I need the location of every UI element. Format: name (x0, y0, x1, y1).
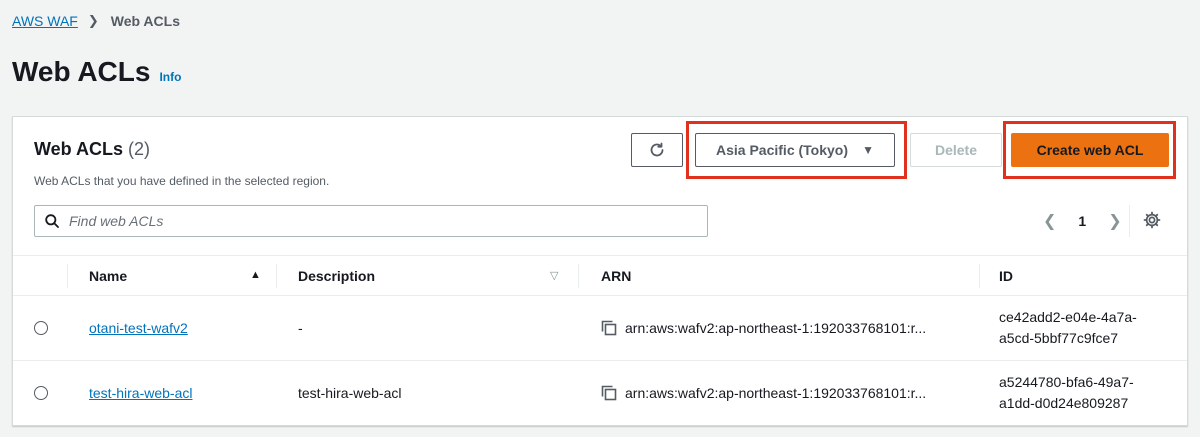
chevron-right-icon[interactable]: ❯ (1108, 211, 1121, 231)
web-acl-arn-text: arn:aws:wafv2:ap-northeast-1:19203376810… (625, 385, 927, 401)
refresh-icon (650, 142, 664, 157)
row-select-radio[interactable] (34, 321, 48, 335)
panel-count: (2) (128, 139, 151, 159)
pagination-divider (1129, 205, 1130, 237)
search-icon (45, 214, 59, 228)
web-acl-arn: arn:aws:wafv2:ap-northeast-1:19203376810… (601, 296, 926, 360)
create-button-highlight-annotation (1003, 121, 1176, 179)
column-divider (979, 264, 980, 288)
table-header: Name ▲ Description ▽ ARN ID (13, 255, 1187, 296)
web-acl-id: ce42add2-e04e-4a7a-a5cd-5bbf77c9fce7 (999, 309, 1137, 346)
copy-icon[interactable] (601, 385, 617, 401)
chevron-left-icon[interactable]: ❮ (1043, 211, 1056, 231)
gear-icon[interactable] (1143, 211, 1161, 234)
sort-ascending-icon[interactable]: ▲ (250, 269, 261, 281)
column-header-id[interactable]: ID (999, 256, 1013, 296)
chevron-right-icon: ❯ (87, 13, 99, 28)
panel-title-text: Web ACLs (34, 139, 124, 159)
column-divider (276, 264, 277, 288)
refresh-button[interactable] (631, 133, 683, 167)
table-row: otani-test-wafv2 - arn:aws:wafv2:ap-nort… (13, 296, 1187, 361)
column-divider (578, 264, 579, 288)
web-acl-arn-text: arn:aws:wafv2:ap-northeast-1:19203376810… (625, 320, 927, 336)
column-divider (67, 264, 68, 288)
web-acl-id: a5244780-bfa6-49a7-a1dd-d0d24e809287 (999, 374, 1134, 411)
page-title: Web ACLs (12, 56, 151, 87)
info-link[interactable]: Info (159, 70, 181, 84)
web-acl-name-link[interactable]: test-hira-web-acl (89, 361, 192, 425)
web-acls-table: Name ▲ Description ▽ ARN ID otani-test-w… (13, 255, 1187, 426)
page-title-container: Web ACLs Info (12, 56, 181, 88)
breadcrumb-current: Web ACLs (110, 13, 180, 29)
web-acl-description: test-hira-web-acl (298, 385, 402, 401)
column-header-description[interactable]: Description (298, 256, 375, 296)
row-select-radio[interactable] (34, 386, 48, 400)
search-input[interactable] (69, 213, 669, 229)
web-acl-description: - (298, 320, 303, 336)
copy-icon[interactable] (601, 320, 617, 336)
breadcrumb: AWS WAF ❯ Web ACLs (12, 13, 180, 29)
web-acl-name-link[interactable]: otani-test-wafv2 (89, 296, 188, 360)
table-row: test-hira-web-acl test-hira-web-acl arn:… (13, 361, 1187, 426)
page-number[interactable]: 1 (1078, 213, 1086, 229)
breadcrumb-aws-waf-link[interactable]: AWS WAF (12, 13, 78, 29)
panel-header: Web ACLs (2) (34, 139, 150, 160)
column-header-arn[interactable]: ARN (601, 256, 631, 296)
web-acl-arn: arn:aws:wafv2:ap-northeast-1:19203376810… (601, 361, 926, 425)
delete-button[interactable]: Delete (910, 133, 1002, 167)
web-acls-panel: Web ACLs (2) Web ACLs that you have defi… (12, 116, 1188, 426)
region-highlight-annotation (686, 121, 907, 179)
panel-title: Web ACLs (2) (34, 139, 150, 159)
pagination: ❮ 1 ❯ (1043, 211, 1122, 231)
search-box[interactable] (34, 205, 708, 237)
panel-description: Web ACLs that you have defined in the se… (34, 174, 330, 188)
column-header-name[interactable]: Name (89, 256, 127, 296)
sort-unsorted-icon[interactable]: ▽ (550, 269, 558, 282)
